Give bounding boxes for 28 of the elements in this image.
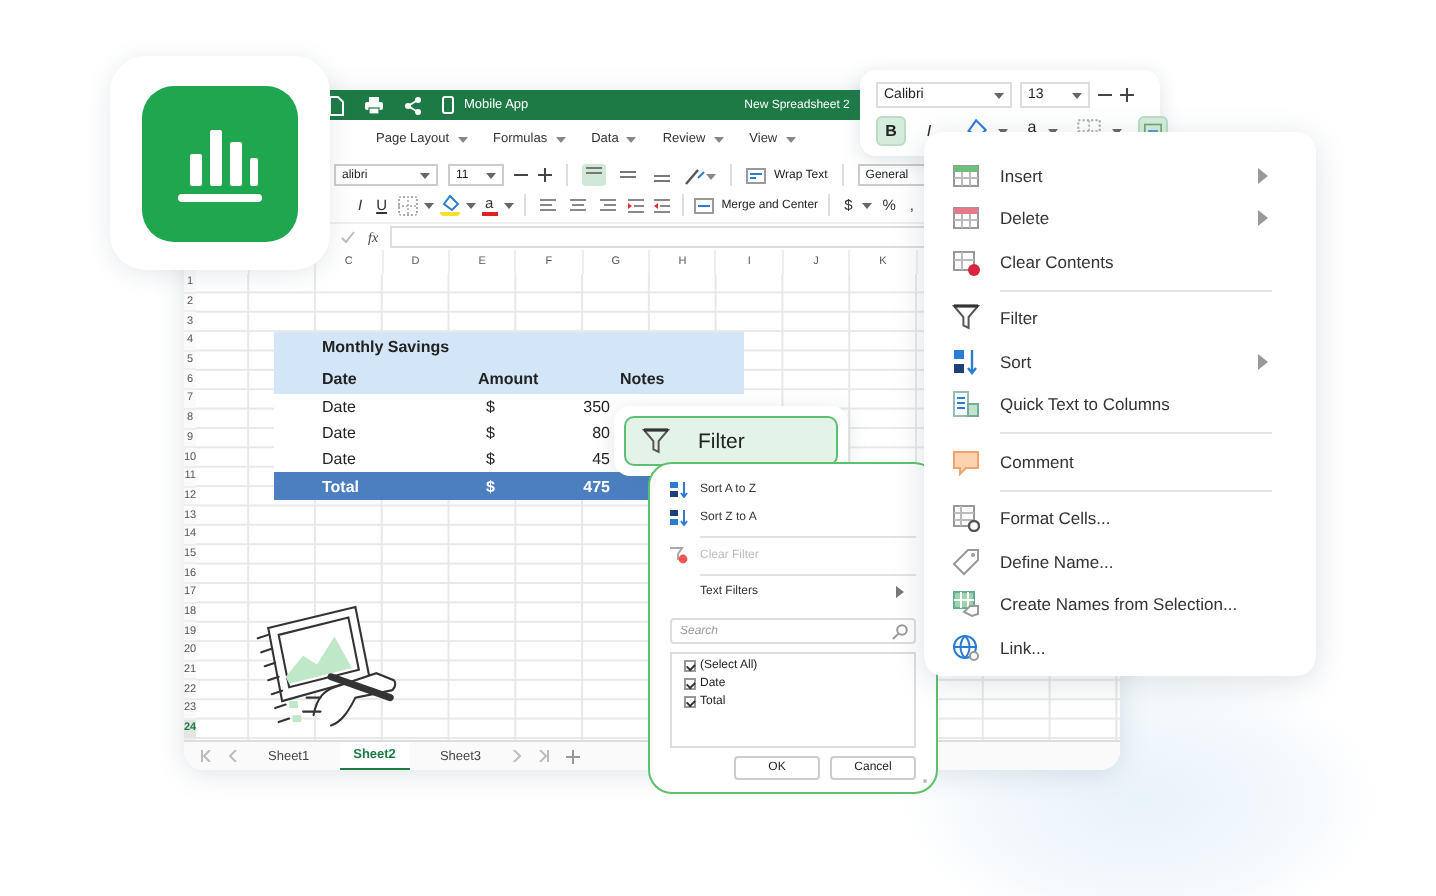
menu-item[interactable]: Create Names from Selection... [952,583,1296,626]
table-cell-text: $ [486,477,497,495]
filter-button[interactable]: Filter [624,416,838,466]
menu-item[interactable]: Link... [952,626,1296,669]
column-heading: Notes [620,369,667,387]
menu-item[interactable]: Clear Contents [952,240,1296,283]
table-cell-text: 45 [590,450,610,468]
menu-item[interactable]: Filter [952,297,1296,340]
menu-item[interactable]: Define Name... [952,540,1296,583]
menu-item[interactable]: Sort [952,340,1296,383]
table-cell-text: Date [322,398,358,416]
table-cell-text: 475 [581,477,610,495]
menu-item[interactable]: Comment [952,440,1296,483]
column-heading: Date [322,369,359,387]
table-cell-text: 350 [581,398,610,416]
menu-item[interactable]: Delete [952,197,1296,240]
menu-item[interactable]: Format Cells... [952,497,1296,540]
table-title: Monthly Savings [322,336,452,360]
table-cell-text: $ [486,450,497,468]
table-cell-text: Total [322,477,362,495]
column-heading: Amount [478,369,541,387]
table-cell-text: 80 [590,424,610,442]
bold-button[interactable]: B [876,116,906,146]
table-cell-text: $ [486,398,497,416]
table-cell-text: $ [486,424,497,442]
table-cell-text: Date [322,450,358,468]
table-cell-text: Date [322,424,358,442]
menu-item[interactable]: Quick Text to Columns [952,383,1296,426]
